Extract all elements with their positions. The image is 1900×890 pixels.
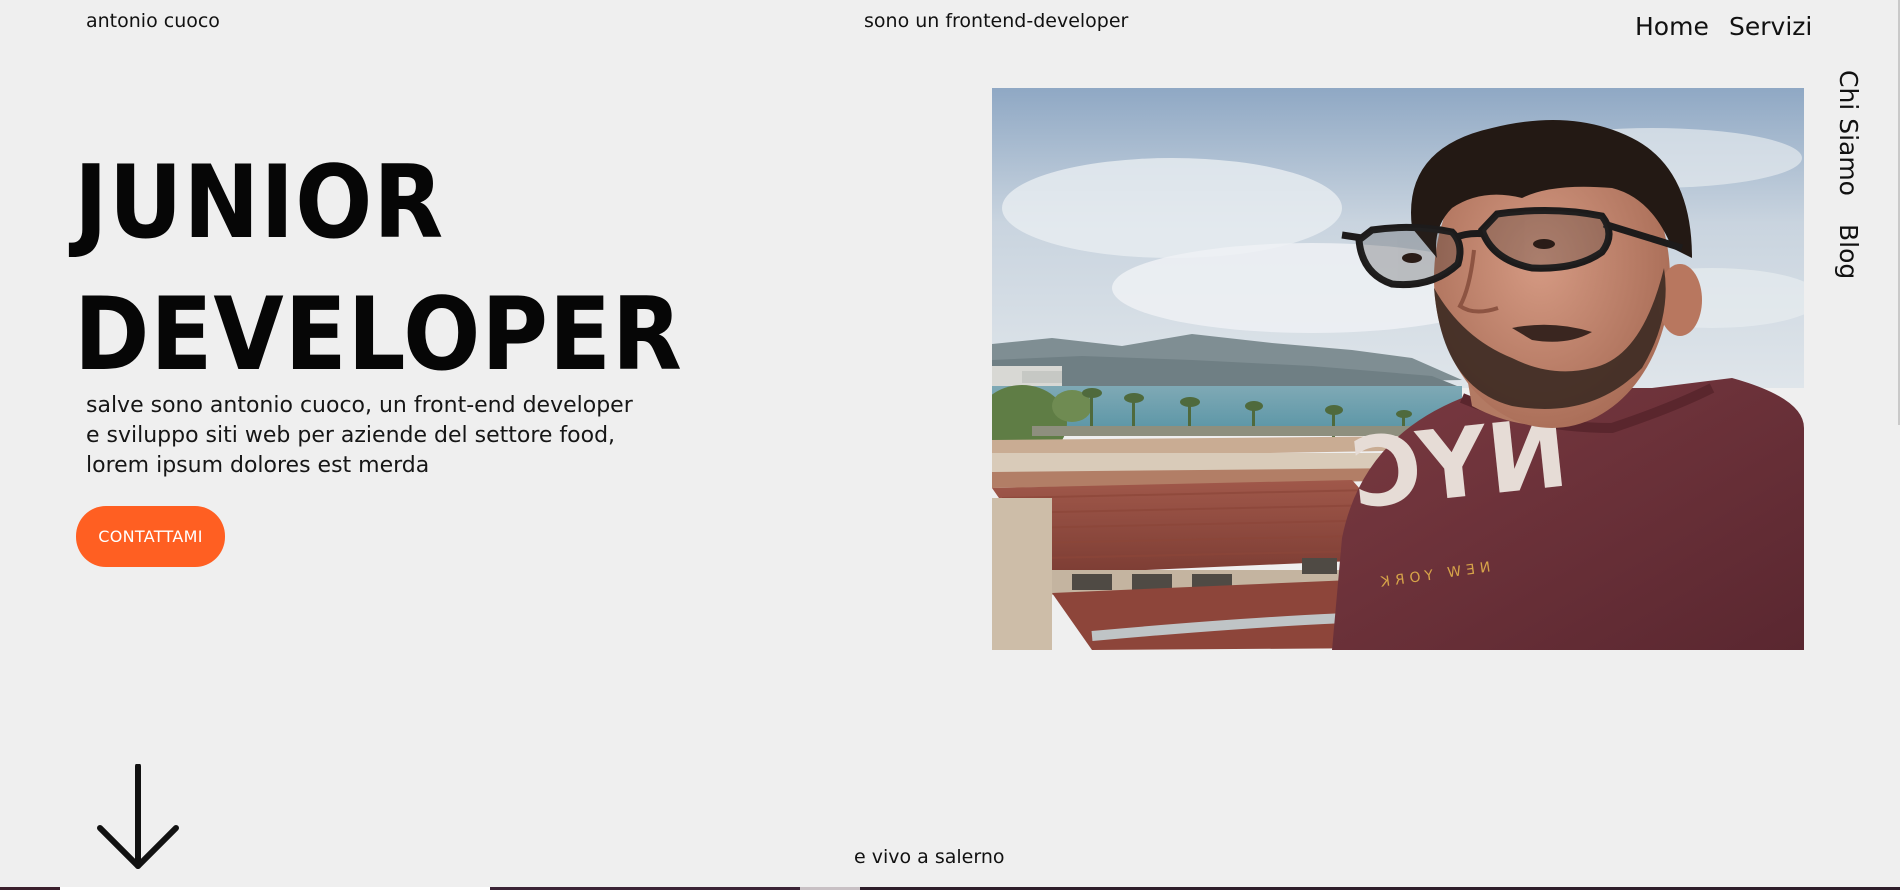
hero-title: JUNIOR DEVELOPER xyxy=(74,136,683,400)
hero-title-line-2: DEVELOPER xyxy=(74,275,683,393)
profile-photo: NYC NEW YORK xyxy=(992,88,1804,650)
side-nav: Chi Siamo Blog xyxy=(1834,70,1863,279)
side-nav-blog[interactable]: Blog xyxy=(1834,224,1863,279)
site-name: antonio cuoco xyxy=(86,10,220,32)
hero-intro-line-3: lorem ipsum dolores est merda xyxy=(86,453,430,478)
hero-title-line-1: JUNIOR xyxy=(74,143,445,261)
location-text: e vivo a salerno xyxy=(854,846,1005,868)
header-tagline: sono un frontend-developer xyxy=(864,10,1129,32)
nav-servizi-link[interactable]: Servizi xyxy=(1729,12,1812,41)
side-nav-chi-siamo[interactable]: Chi Siamo xyxy=(1834,70,1863,196)
hero-intro-line-1: salve sono antonio cuoco, un front-end d… xyxy=(86,393,633,418)
hero-intro-line-2: e sviluppo siti web per aziende del sett… xyxy=(86,423,616,448)
contact-button[interactable]: CONTATTAMI xyxy=(76,506,225,567)
hero-intro: salve sono antonio cuoco, un front-end d… xyxy=(86,391,646,481)
nav-home-link[interactable]: Home xyxy=(1635,12,1709,41)
arrow-down-icon[interactable] xyxy=(96,764,180,872)
